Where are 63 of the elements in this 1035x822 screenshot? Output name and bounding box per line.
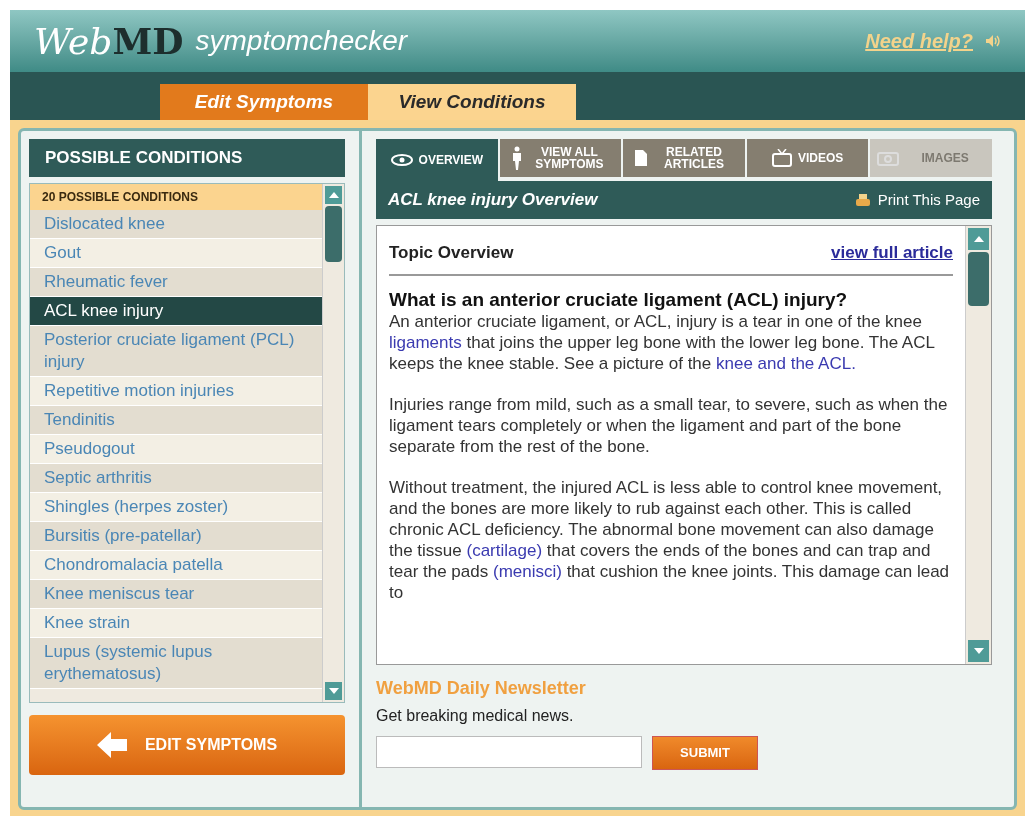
condition-item[interactable]: Knee meniscus tear <box>30 580 322 609</box>
scrollbar[interactable] <box>322 184 344 702</box>
condition-item[interactable]: Septic arthritis <box>30 464 322 493</box>
main-tab[interactable]: Edit Symptoms <box>160 84 368 120</box>
condition-item[interactable]: Repetitive motion injuries <box>30 377 322 406</box>
human-figure-icon <box>511 146 524 170</box>
content-tab[interactable]: VIDEOS <box>746 139 869 177</box>
email-field[interactable] <box>376 736 642 768</box>
condition-item[interactable]: Bursitis (pre-patellar) <box>30 522 322 551</box>
down-arrow-icon <box>328 688 339 694</box>
article-link[interactable]: (cartilage) <box>466 541 543 561</box>
scroll-thumb[interactable] <box>325 206 342 262</box>
condition-item[interactable]: Shingles (herpes zoster) <box>30 493 322 522</box>
document-icon <box>634 149 648 167</box>
article-paragraph: Without treatment, the injured ACL is less able to control knee movement, and the bones are more likely to rub against each other. This is called chronic ACL deficiency. The abnormal bone movement can also damage the tissue (cartilage) that covers the ends of the bones and can trap and tear the pads (menisci) that cushion the knee joints. This damage can lead to <box>389 477 951 604</box>
up-arrow-icon <box>973 236 984 242</box>
condition-item[interactable]: Gout <box>30 239 322 268</box>
condition-item[interactable]: Pseudogout <box>30 435 322 464</box>
newsletter-title: WebMD Daily Newsletter <box>376 677 587 700</box>
conditions-count: 20 POSSIBLE CONDITIONS <box>30 184 322 210</box>
camera-icon <box>877 150 900 166</box>
condition-item[interactable]: Rheumatic fever <box>30 268 322 297</box>
edit-symptoms-button[interactable]: EDIT SYMPTOMS <box>29 715 345 775</box>
section-title: Topic Overview <box>389 242 514 264</box>
printer-icon[interactable] <box>855 194 870 206</box>
article-heading: What is an anterior cruciate ligament (ACL) injury? <box>389 287 849 312</box>
up-arrow-icon <box>328 192 339 198</box>
speaker-icon[interactable] <box>985 34 1001 48</box>
condition-item[interactable]: Chondromalacia patella <box>30 551 322 580</box>
condition-item[interactable]: ACL knee injury <box>30 297 322 326</box>
panel-title: POSSIBLE CONDITIONS <box>29 139 345 177</box>
print-link[interactable]: Print This Page <box>877 188 980 212</box>
tv-icon <box>771 149 792 167</box>
article-paragraph: An anterior cruciate ligament, or ACL, injury is a tear in one of the knee ligaments that joins the upper leg bone with the lower leg bone. The ACL keeps the knee stable. See a picture of the knee and the ACL. <box>389 311 936 375</box>
condition-item[interactable]: Lupus (systemic lupus erythematosus) <box>30 638 322 689</box>
eye-icon <box>390 154 413 166</box>
condition-item[interactable]: Tendinitis <box>30 406 322 435</box>
full-article-link[interactable]: view full article <box>831 240 953 266</box>
content-tab[interactable]: RELATED ARTICLES <box>623 139 745 177</box>
down-arrow-icon <box>973 648 984 654</box>
content-tab[interactable]: VIEW ALL SYMPTOMS <box>499 139 622 177</box>
scroll-up-button[interactable] <box>325 186 342 204</box>
scroll-thumb[interactable] <box>968 252 989 306</box>
app-name: symptomchecker <box>195 24 408 58</box>
left-arrow-icon <box>96 732 129 758</box>
condition-item[interactable]: Posterior cruciate ligament (PCL) injury <box>30 326 322 377</box>
article-title: ACL knee injury Overview <box>388 189 598 212</box>
article-paragraph: Injuries range from mild, such as a small tear, to severe, such as when the ligament tears completely or when the ligament and part of the bone separate from the rest of the bone. <box>389 394 949 458</box>
help-link[interactable]: Need help? <box>865 26 973 56</box>
newsletter-text: Get breaking medical news. <box>376 706 575 726</box>
scroll-up-button[interactable] <box>968 228 989 250</box>
article-link[interactable]: (menisci) <box>492 562 562 582</box>
main-tab[interactable]: View Conditions <box>368 84 576 120</box>
condition-item[interactable]: Knee strain <box>30 609 322 638</box>
scroll-down-button[interactable] <box>968 640 989 662</box>
scrollbar[interactable] <box>965 226 991 664</box>
article-link[interactable]: ligaments <box>389 333 462 353</box>
content-tab[interactable]: OVERVIEW <box>376 139 498 181</box>
article-link[interactable]: knee and the ACL. <box>716 354 856 374</box>
condition-item[interactable]: Dislocated knee <box>30 210 322 239</box>
logo: WebMD <box>34 22 184 60</box>
scroll-down-button[interactable] <box>325 682 342 700</box>
submit-button[interactable]: SUBMIT <box>652 736 758 770</box>
